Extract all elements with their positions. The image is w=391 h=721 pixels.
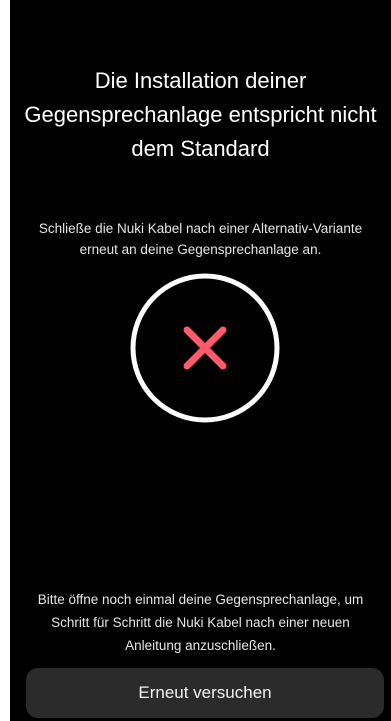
retry-instructions: Bitte öffne noch einmal deine Gegensprec…: [10, 588, 391, 657]
retry-button[interactable]: Erneut versuchen: [26, 668, 384, 718]
subtitle-line-2: erneut an deine Gegensprechanlage an.: [79, 242, 322, 257]
page-title: Die Installation deiner Gegensprechanlag…: [10, 64, 391, 166]
error-screen: Die Installation deiner Gegensprechanlag…: [10, 0, 391, 721]
error-x-icon: [130, 273, 280, 423]
instructions-line-2: Schritt für Schritt die Nuki Kabel nach …: [51, 615, 350, 630]
subtitle-line-1: Schließe die Nuki Kabel nach einer Alter…: [38, 221, 363, 236]
left-edge-strip: [0, 0, 10, 721]
title-line-1: Die Installation deiner: [94, 68, 307, 93]
title-line-2: Gegensprechanlage entspricht nicht: [24, 102, 377, 127]
title-line-3: dem Standard: [131, 136, 270, 161]
subtitle: Schließe die Nuki Kabel nach einer Alter…: [10, 218, 391, 260]
instructions-line-3: Anleitung anzuschließen.: [125, 638, 276, 653]
instructions-line-1: Bitte öffne noch einmal deine Gegensprec…: [37, 592, 364, 607]
